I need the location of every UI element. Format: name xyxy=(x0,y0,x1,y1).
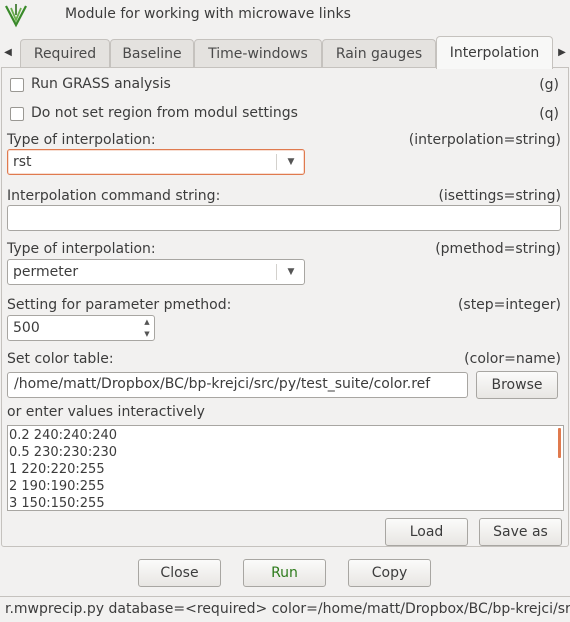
no-region-key: (q) xyxy=(539,106,559,122)
isettings-label: Interpolation command string: xyxy=(7,188,221,204)
interpolation-type-select[interactable]: rst ▼ xyxy=(7,149,305,175)
window-title: Module for working with microwave links xyxy=(65,6,351,22)
grass-logo-icon xyxy=(4,3,28,29)
status-bar: r.mwprecip.py database=<required> color=… xyxy=(0,596,570,622)
interpolation-type-key: (interpolation=string) xyxy=(408,132,561,148)
command-preview: r.mwprecip.py database=<required> color=… xyxy=(5,601,570,617)
pmethod-select[interactable]: permeter ▼ xyxy=(7,259,305,285)
step-spinner[interactable]: 500 ▲ ▼ xyxy=(7,315,155,341)
step-label: Setting for parameter pmethod: xyxy=(7,297,232,313)
pmethod-key: (pmethod=string) xyxy=(435,241,561,257)
color-path-input[interactable]: /home/matt/Dropbox/BC/bp-krejci/src/py/t… xyxy=(7,372,468,398)
value-line: 1 220:220:255 xyxy=(9,462,105,477)
run-grass-checkbox[interactable] xyxy=(10,78,24,92)
tab-rain-gauges[interactable]: Rain gauges xyxy=(322,39,436,68)
no-region-label: Do not set region from modul settings xyxy=(31,105,298,121)
value-line: 2 190:190:255 xyxy=(9,479,105,494)
textarea-scrollbar[interactable] xyxy=(558,428,561,458)
run-button[interactable]: Run xyxy=(243,559,326,587)
interpolation-type-value: rst xyxy=(13,154,32,170)
copy-button[interactable]: Copy xyxy=(348,559,431,587)
load-button[interactable]: Load xyxy=(385,518,468,546)
step-value: 500 xyxy=(13,320,40,336)
spin-up-icon[interactable]: ▲ xyxy=(140,316,154,328)
chevron-down-icon: ▼ xyxy=(287,267,295,277)
run-grass-label: Run GRASS analysis xyxy=(31,76,171,92)
save-as-button[interactable]: Save as xyxy=(479,518,562,546)
tab-required[interactable]: Required xyxy=(20,39,110,68)
color-label: Set color table: xyxy=(7,351,114,367)
spin-down-icon[interactable]: ▼ xyxy=(140,328,154,340)
chevron-left-icon[interactable]: ◀ xyxy=(0,36,16,68)
isettings-input[interactable] xyxy=(7,205,561,231)
tab-time-windows[interactable]: Time-windows xyxy=(194,39,322,68)
tab-bar: ◀ Required Baseline Time-windows Rain ga… xyxy=(0,36,570,69)
isettings-key: (isettings=string) xyxy=(438,188,561,204)
color-values-textarea[interactable]: 0.2 240:240:240 0.5 230:230:230 1 220:22… xyxy=(7,425,564,511)
interpolation-type-label: Type of interpolation: xyxy=(7,132,156,148)
chevron-right-icon[interactable]: ▶ xyxy=(554,36,570,68)
pmethod-value: permeter xyxy=(13,264,79,280)
value-line: 0.5 230:230:230 xyxy=(9,445,118,460)
tab-interpolation[interactable]: Interpolation xyxy=(436,36,553,69)
run-grass-key: (g) xyxy=(539,77,559,93)
close-button[interactable]: Close xyxy=(138,559,221,587)
tab-baseline[interactable]: Baseline xyxy=(110,39,194,68)
chevron-down-icon: ▼ xyxy=(287,157,295,167)
browse-button[interactable]: Browse xyxy=(476,371,558,399)
step-key: (step=integer) xyxy=(457,297,561,313)
interactive-label: or enter values interactively xyxy=(7,404,205,420)
value-line: 0.2 240:240:240 xyxy=(9,428,118,443)
no-region-checkbox[interactable] xyxy=(10,107,24,121)
value-line: 3 150:150:255 xyxy=(9,496,105,511)
color-key: (color=name) xyxy=(464,351,561,367)
pmethod-label: Type of interpolation: xyxy=(7,241,156,257)
